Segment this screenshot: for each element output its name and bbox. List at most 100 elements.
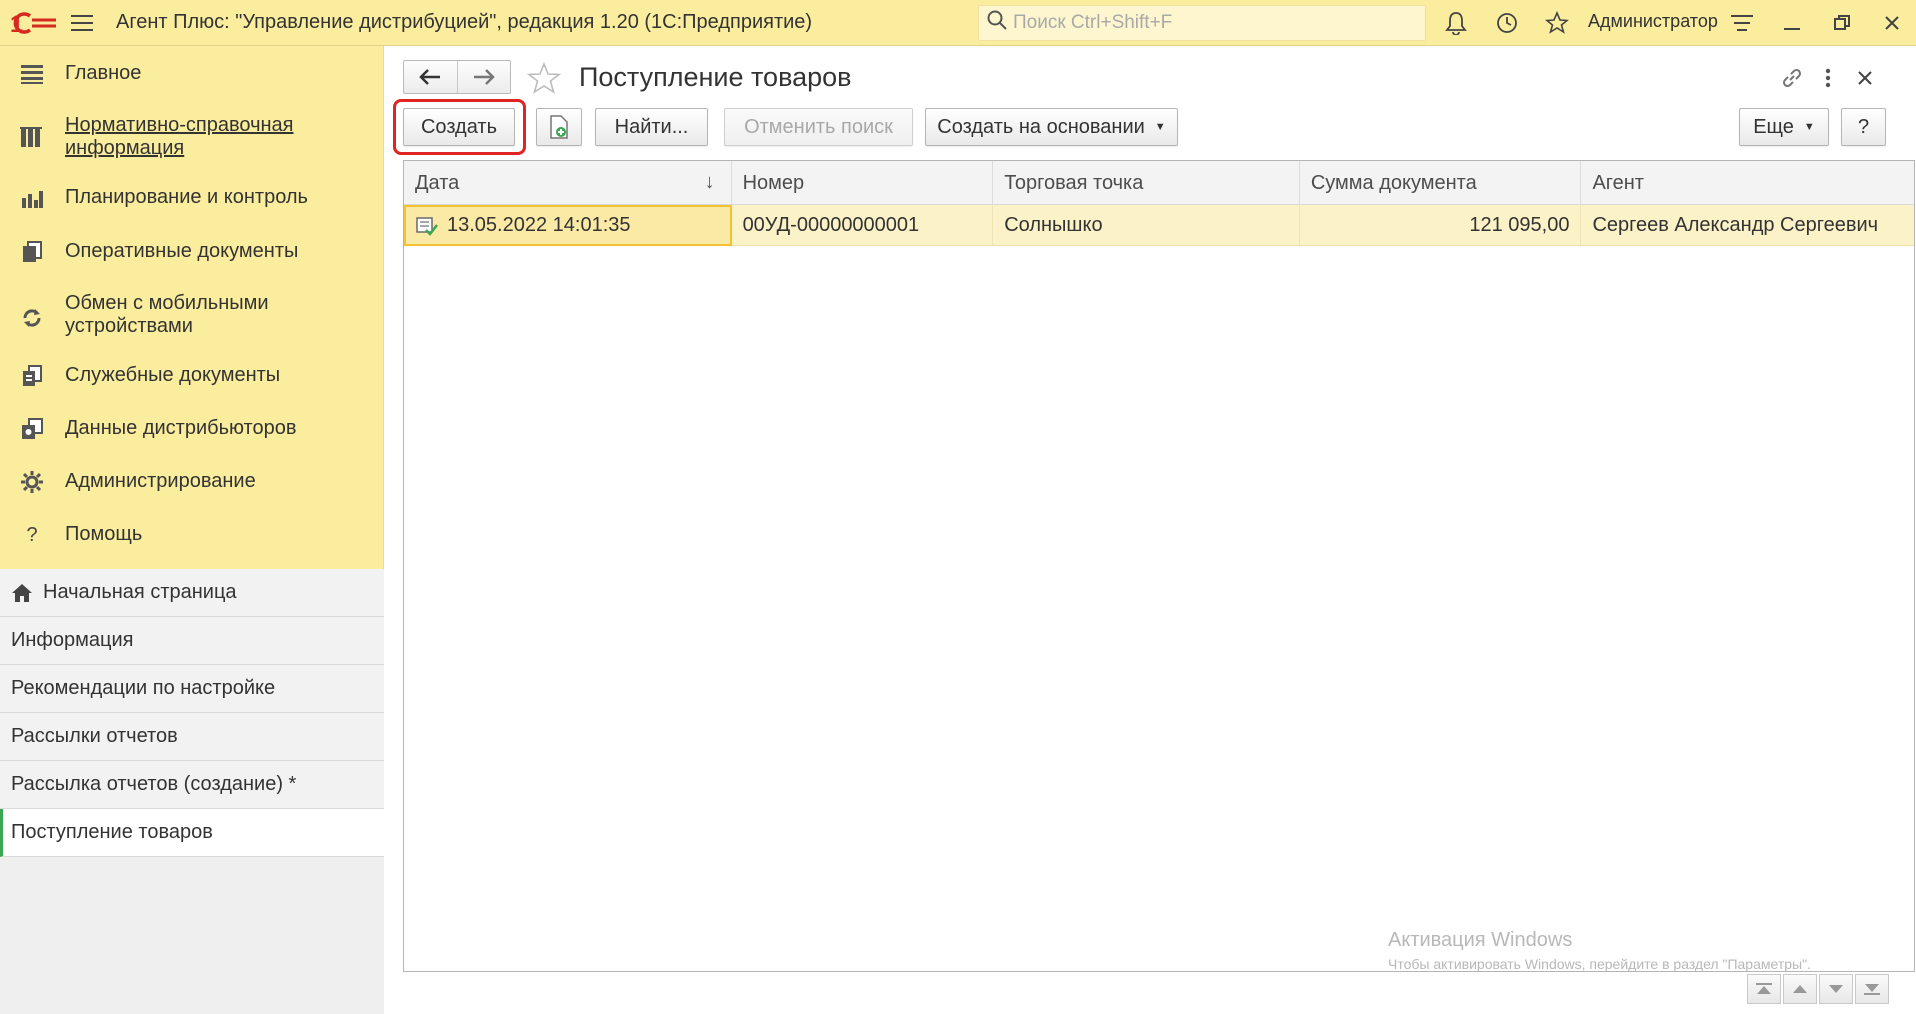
scroll-to-bottom-button[interactable] <box>1855 974 1889 1004</box>
section-mobile-exchange[interactable]: Обмен с мобильными устройствами <box>0 292 384 340</box>
cell-date[interactable]: 13.05.2022 14:01:35 <box>404 205 732 246</box>
form-title: Поступление товаров <box>579 62 852 92</box>
open-window-goods-receipt[interactable]: Поступление товаров <box>0 809 384 857</box>
sidebar: Главное Нормативно-справочная информация… <box>0 46 384 1014</box>
open-window-home[interactable]: Начальная страница <box>0 569 384 617</box>
sync-icon <box>18 304 46 332</box>
open-window-label: Поступление товаров <box>11 821 213 843</box>
section-label: Обмен с мобильными устройствами <box>65 292 269 337</box>
section-reference-info[interactable]: Нормативно-справочная информация <box>0 114 384 162</box>
scroll-bottom-icon <box>1864 984 1880 995</box>
column-label: Дата <box>415 171 460 194</box>
scroll-up-button[interactable] <box>1783 974 1817 1004</box>
section-operational-docs[interactable]: Оперативные документы <box>0 238 384 268</box>
section-label: Администрирование <box>65 470 256 492</box>
user-name[interactable]: Администратор <box>1588 11 1718 32</box>
cell-agent[interactable]: Сергеев Александр Сергеевич <box>1581 205 1914 246</box>
open-window-report-mailing-create[interactable]: Рассылка отчетов (создание) * <box>0 761 384 809</box>
help-button[interactable]: ? <box>1841 108 1886 146</box>
copy-button[interactable] <box>536 108 582 146</box>
column-header-number[interactable]: Номер <box>732 161 994 205</box>
link-icon[interactable] <box>1776 62 1808 94</box>
section-main[interactable]: Главное <box>0 60 384 90</box>
list-icon <box>18 60 46 88</box>
arrow-left-icon <box>419 69 441 85</box>
scroll-down-icon <box>1829 985 1843 993</box>
cell-amount[interactable]: 121 095,00 <box>1300 205 1582 246</box>
section-service-docs[interactable]: Служебные документы <box>0 362 384 392</box>
scroll-top-icon <box>1756 983 1772 994</box>
table-row[interactable]: 13.05.2022 14:01:35 00УД-00000000001 Сол… <box>404 205 1914 246</box>
back-button[interactable] <box>404 61 457 93</box>
app-title: Агент Плюс: "Управление дистрибуцией", р… <box>116 11 813 33</box>
open-window-report-mailings[interactable]: Рассылки отчетов <box>0 713 384 761</box>
cancel-search-button[interactable]: Отменить поиск <box>724 108 913 146</box>
scroll-down-button[interactable] <box>1819 974 1853 1004</box>
open-window-label: Рекомендации по настройке <box>11 677 276 699</box>
chevron-down-icon: ▼ <box>1154 121 1166 133</box>
section-label: Оперативные документы <box>65 240 299 262</box>
section-label: Планирование и контроль <box>65 186 308 208</box>
create-based-on-button[interactable]: Создать на основании ▼ <box>925 108 1178 146</box>
documents-table[interactable]: Дата ↓ Номер Торговая точка Сумма докуме… <box>403 160 1915 972</box>
table-scroll-buttons <box>1745 974 1889 1004</box>
global-search[interactable] <box>978 5 1426 41</box>
open-window-recommendations[interactable]: Рекомендации по настройке <box>0 665 384 713</box>
more-button[interactable]: Еще ▼ <box>1739 108 1829 146</box>
forward-button[interactable] <box>456 61 510 93</box>
column-header-agent[interactable]: Агент <box>1581 161 1914 205</box>
column-header-date[interactable]: Дата ↓ <box>404 161 732 205</box>
scroll-to-top-button[interactable] <box>1747 974 1781 1004</box>
section-label: Главное <box>65 62 142 84</box>
cell-text: 13.05.2022 14:01:35 <box>447 214 631 236</box>
chevron-down-icon: ▼ <box>1803 121 1815 133</box>
close-form-icon[interactable] <box>1849 62 1881 94</box>
chart-icon <box>18 184 46 212</box>
posted-document-icon <box>416 216 438 236</box>
section-administration[interactable]: Администрирование <box>0 468 384 498</box>
form-area: Поступление товаров Создать Найти... Отм… <box>385 46 1916 1014</box>
create-button[interactable]: Создать <box>403 108 515 146</box>
create-based-on-label: Создать на основании <box>937 115 1145 138</box>
gear-icon <box>18 468 46 496</box>
open-window-label: Информация <box>11 629 134 651</box>
open-window-label: Начальная страница <box>43 581 237 603</box>
open-window-label: Рассылки отчетов <box>11 725 178 747</box>
more-options-icon[interactable] <box>1812 62 1844 94</box>
restore-icon[interactable] <box>1826 7 1858 39</box>
cell-trade-point[interactable]: Солнышко <box>993 205 1300 246</box>
column-header-amount[interactable]: Сумма документа <box>1300 161 1582 205</box>
1c-logo[interactable]: 1 <box>6 0 62 46</box>
table-header: Дата ↓ Номер Торговая точка Сумма докуме… <box>404 161 1914 205</box>
cell-number[interactable]: 00УД-00000000001 <box>732 205 994 246</box>
section-label: Данные дистрибьюторов <box>65 417 297 439</box>
find-button[interactable]: Найти... <box>595 108 708 146</box>
section-label[interactable]: Нормативно-справочная информация <box>65 114 365 160</box>
section-label: Помощь <box>65 523 143 545</box>
main-menu-icon[interactable] <box>62 0 102 46</box>
section-planning[interactable]: Планирование и контроль <box>0 184 384 214</box>
search-input[interactable] <box>1013 12 1413 34</box>
open-window-info[interactable]: Информация <box>0 617 384 665</box>
arrow-right-icon <box>473 69 495 85</box>
column-header-trade-point[interactable]: Торговая точка <box>993 161 1300 205</box>
home-icon <box>11 582 33 604</box>
favorites-star-icon[interactable] <box>1541 7 1573 39</box>
history-icon[interactable] <box>1491 7 1523 39</box>
add-to-favorites-star-icon[interactable] <box>526 60 562 96</box>
add-copy-icon <box>550 115 568 139</box>
minimize-icon[interactable] <box>1776 7 1808 39</box>
open-windows-panel: Начальная страница Информация Рекомендац… <box>0 569 384 1014</box>
section-help[interactable]: ? Помощь <box>0 521 384 551</box>
service-docs-icon <box>18 362 46 390</box>
settings-menu-icon[interactable] <box>1726 7 1758 39</box>
close-app-icon[interactable] <box>1876 7 1908 39</box>
sort-descending-icon: ↓ <box>704 171 715 193</box>
help-icon: ? <box>26 523 38 546</box>
search-icon <box>987 10 1007 36</box>
more-label: Еще <box>1753 115 1794 138</box>
nav-buttons <box>403 60 511 94</box>
bell-icon[interactable] <box>1440 7 1472 39</box>
section-distributor-data[interactable]: Данные дистрибьюторов <box>0 415 384 445</box>
sections-panel: Главное Нормативно-справочная информация… <box>0 46 383 569</box>
